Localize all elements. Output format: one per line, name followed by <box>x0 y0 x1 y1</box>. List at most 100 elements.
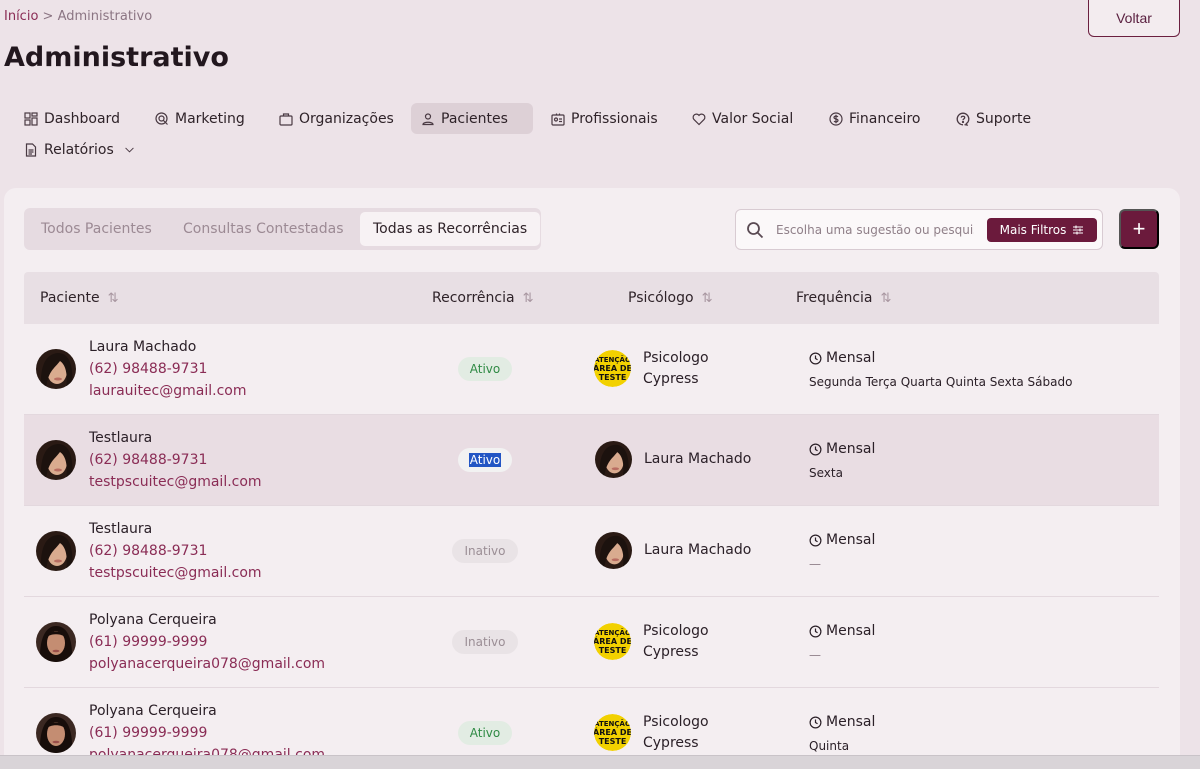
help-icon <box>956 112 970 126</box>
patient-name: Testlaura <box>89 430 153 446</box>
patient-email: polyanacerqueira078@gmail.com <box>89 656 326 672</box>
sort-icon[interactable]: ⇅ <box>108 291 119 306</box>
clock-icon <box>809 716 822 728</box>
frequency-days: Sexta <box>809 466 843 480</box>
patient-phone: (62) 98488-9731 <box>89 361 208 377</box>
psychologist-name: Laura Machado <box>644 540 751 561</box>
patient-phone: (61) 99999-9999 <box>89 634 208 650</box>
frequency-label: Mensal <box>826 441 876 457</box>
search-box[interactable]: Escolha uma sugestão ou pesquise Mais Fi… <box>735 209 1103 250</box>
more-filters-label: Mais Filtros <box>999 223 1067 237</box>
nav-item-relatorios[interactable]: Relatórios <box>14 134 145 165</box>
nav-item-pacientes[interactable]: Pacientes <box>411 103 533 134</box>
tab-consultas-contestadas[interactable]: Consultas Contestadas <box>170 212 357 246</box>
briefcase-icon <box>279 112 293 126</box>
nav-label: Suporte <box>976 110 1032 127</box>
test-area-badge-avatar: ATENÇÃO ÁREA DE TESTE <box>594 350 631 387</box>
chevron-down-icon <box>124 147 134 153</box>
search-icon <box>747 222 764 239</box>
svg-text:TESTE: TESTE <box>599 646 627 655</box>
table-header: Paciente ⇅ Recorrência ⇅ Psicólogo ⇅ Fre… <box>24 272 1159 324</box>
table-row[interactable]: Testlaura (62) 98488-9731 testpscuitec@g… <box>24 506 1159 597</box>
nav-label: Marketing <box>175 110 245 127</box>
nav-label: Financeiro <box>849 110 921 127</box>
svg-text:ATENÇÃO: ATENÇÃO <box>594 719 631 728</box>
heart-icon <box>692 113 706 125</box>
sort-icon[interactable]: ⇅ <box>881 291 892 306</box>
filter-sliders-icon <box>1073 225 1084 235</box>
tab-todas-recorrencias[interactable]: Todas as Recorrências <box>360 212 541 246</box>
frequency: Mensal <box>809 350 875 366</box>
status-badge: Ativo <box>458 721 512 745</box>
breadcrumb-home-link[interactable]: Início <box>4 9 38 24</box>
dollar-icon <box>829 111 843 126</box>
nav-label: Dashboard <box>44 110 120 127</box>
nav-item-profissionais[interactable]: Profissionais <box>541 103 668 134</box>
clock-icon <box>809 625 822 637</box>
frequency-days: Quinta <box>809 739 850 753</box>
nav-item-valor-social[interactable]: Valor Social <box>682 103 803 134</box>
svg-text:ATENÇÃO: ATENÇÃO <box>594 628 631 637</box>
status-badge: Ativo <box>458 357 512 381</box>
column-header-psicologo[interactable]: Psicólogo ⇅ <box>628 290 712 306</box>
patient-phone: (62) 98488-9731 <box>89 543 208 559</box>
clock-icon <box>809 443 822 455</box>
document-icon <box>25 142 37 157</box>
column-header-frequencia[interactable]: Frequência ⇅ <box>796 290 891 306</box>
svg-text:ATENÇÃO: ATENÇÃO <box>594 355 631 364</box>
id-card-icon <box>551 113 565 126</box>
os-taskbar <box>0 755 1200 769</box>
column-label: Psicólogo <box>628 290 694 306</box>
more-filters-button[interactable]: Mais Filtros <box>987 218 1097 242</box>
add-recurrence-button[interactable]: + <box>1119 209 1159 249</box>
svg-text:ÁREA DE: ÁREA DE <box>594 635 631 646</box>
psychologist-name: Psicologo Cypress <box>643 348 709 390</box>
nav-item-financeiro[interactable]: Financeiro <box>819 103 930 134</box>
patient-email: testpscuitec@gmail.com <box>89 474 262 490</box>
column-header-recorrencia[interactable]: Recorrência ⇅ <box>432 290 534 306</box>
frequency-label: Mensal <box>826 350 876 366</box>
frequency: Mensal <box>809 532 875 548</box>
svg-text:TESTE: TESTE <box>599 737 627 746</box>
back-button[interactable]: Voltar <box>1088 0 1180 37</box>
search-input[interactable]: Escolha uma sugestão ou pesquise <box>776 223 974 237</box>
svg-text:TESTE: TESTE <box>599 373 627 382</box>
psychologist-name-line: Psicologo <box>643 350 709 366</box>
patient-name: Laura Machado <box>89 339 197 355</box>
sort-icon[interactable]: ⇅ <box>523 291 534 306</box>
patient-email: laurauitec@gmail.com <box>89 383 247 399</box>
tab-todos-pacientes[interactable]: Todos Pacientes <box>28 212 165 246</box>
nav-item-organizacoes[interactable]: Organizações <box>269 103 404 134</box>
nav-label: Profissionais <box>571 110 658 127</box>
psychologist-name-line: Psicologo <box>643 714 709 730</box>
frequency-days: — <box>809 557 821 571</box>
column-header-paciente[interactable]: Paciente ⇅ <box>40 290 118 306</box>
column-label: Paciente <box>40 290 100 306</box>
column-label: Recorrência <box>432 290 515 306</box>
test-area-badge-avatar: ATENÇÃO ÁREA DE TESTE <box>594 623 631 660</box>
table-row[interactable]: Polyana Cerqueira (61) 99999-9999 polyan… <box>24 597 1159 688</box>
selected-text: Ativo <box>468 453 502 467</box>
nav-label: Pacientes <box>441 110 508 127</box>
psychologist-name-line: Laura Machado <box>644 542 752 558</box>
frequency-days: — <box>809 648 821 662</box>
table-row[interactable]: Testlaura (62) 98488-9731 testpscuitec@g… <box>24 415 1159 506</box>
status-badge: Inativo <box>452 630 518 654</box>
nav-item-marketing[interactable]: Marketing <box>145 103 255 134</box>
test-area-badge-avatar: ATENÇÃO ÁREA DE TESTE <box>594 714 631 751</box>
column-label: Frequência <box>796 290 873 306</box>
sort-icon[interactable]: ⇅ <box>702 291 713 306</box>
patient-name: Polyana Cerqueira <box>89 612 217 628</box>
patient-avatar <box>36 713 76 753</box>
frequency-label: Mensal <box>826 532 876 548</box>
breadcrumb-current: Administrativo <box>57 9 153 24</box>
patient-avatar <box>36 349 76 389</box>
frequency-days: Segunda Terça Quarta Quinta Sexta Sábado <box>809 375 1073 389</box>
nav-item-dashboard[interactable]: Dashboard <box>14 103 130 134</box>
clock-icon <box>809 352 822 364</box>
table-row[interactable]: Laura Machado (62) 98488-9731 laurauitec… <box>24 324 1159 415</box>
dashboard-icon <box>24 111 38 126</box>
nav-item-suporte[interactable]: Suporte <box>946 103 1041 134</box>
psychologist-name-line: Cypress <box>643 371 699 387</box>
breadcrumb: Início > Administrativo <box>4 9 152 24</box>
